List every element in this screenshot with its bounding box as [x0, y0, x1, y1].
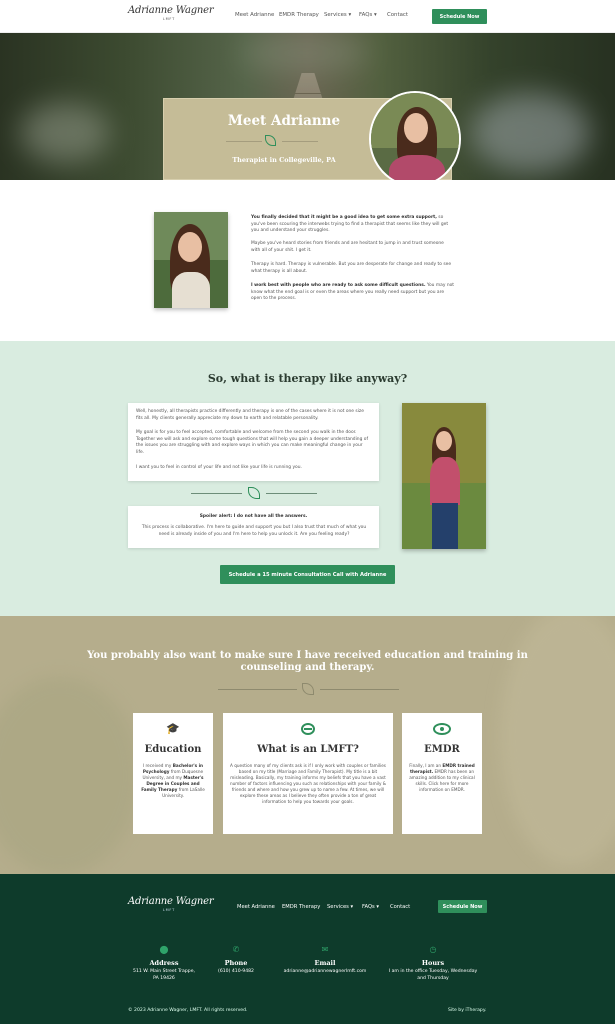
hero-subtitle: Therapist in Collegeville, PA [232, 156, 336, 164]
emdr-card-title: EMDR [424, 744, 460, 755]
hero-banner: Meet Adrianne Therapist in Collegeville,… [0, 33, 615, 180]
copyright-text: © 2023 Adrianne Wagner, LMFT. All rights… [128, 1008, 248, 1013]
site-header: Adrianne Wagner LMFT Meet Adrianne EMDR … [0, 0, 615, 33]
logo-subtitle: LMFT [162, 17, 176, 21]
footer-address: ⬤ Address 511 W. Main Street Trappe, PA … [124, 946, 204, 982]
footer-hours-line1: I am in the office Tuesday, Wednesday [388, 969, 478, 974]
divider-line [282, 141, 318, 142]
hero-bg-flowers [470, 93, 590, 173]
nav-services[interactable]: Services ▾ [324, 12, 351, 18]
footer-phone-value[interactable]: (610) 410-9482 [206, 968, 266, 975]
hero-bg-light [240, 33, 370, 73]
education-section: You probably also want to make sure I ha… [0, 616, 615, 874]
footer-address-line1: 511 W. Main Street Trappe, [133, 969, 195, 974]
intro-p4-bold: I work best with people who are ready to… [251, 283, 426, 288]
footer-schedule-now-button[interactable]: Schedule Now [438, 900, 487, 913]
leaf-icon [248, 487, 260, 499]
therapy-text-box: Well, honestly, all therapists practice … [128, 403, 379, 481]
footer-logo[interactable]: Adrianne Wagner LMFT [128, 896, 214, 920]
footer-nav-meet-adrianne[interactable]: Meet Adrianne [237, 904, 275, 910]
nav-contact[interactable]: Contact [387, 12, 408, 18]
lmft-card-title: What is an LMFT? [257, 744, 359, 755]
therapy-paragraph-1: Well, honestly, all therapists practice … [136, 409, 364, 421]
leaf-icon [302, 683, 314, 695]
footer-hours-line2: and Thursday [417, 976, 449, 981]
lmft-card-text: A question many of my clients ask is if … [229, 763, 387, 804]
therapy-section: So, what is therapy like anyway? Well, h… [0, 341, 615, 616]
logo-signature: Adrianne Wagner [128, 5, 214, 16]
emdr-card-text: Finally, I am an EMDR trained therapist.… [408, 763, 476, 793]
intro-p1-bold: You finally decided that it might be a g… [251, 215, 437, 220]
intro-paragraph-1: You finally decided that it might be a g… [251, 215, 454, 235]
intro-paragraph-2: Maybe you've heard stories from friends … [251, 241, 444, 253]
footer-address-line2: PA 19426 [153, 976, 175, 981]
consultation-call-button[interactable]: Schedule a 15 minute Consultation Call w… [220, 565, 395, 584]
leaf-icon [265, 135, 276, 146]
spoiler-title: Spoiler alert: I do not have all the ans… [199, 514, 308, 519]
education-card-text: I received my Bachelor's in Psychology f… [139, 763, 207, 799]
hero-bg-foliage [20, 103, 110, 163]
clock-icon: ◷ [429, 945, 437, 954]
footer-nav-services[interactable]: Services ▾ [327, 904, 353, 910]
site-credit-link[interactable]: Site by iTherapy. [448, 1008, 486, 1013]
footer-email: ✉ Email adrianne@adriannewagnerlmft.com [275, 946, 375, 975]
eye-icon [433, 723, 451, 735]
nav-meet-adrianne[interactable]: Meet Adrianne [235, 12, 274, 18]
layers-icon [301, 723, 315, 735]
footer-phone: ✆ Phone (610) 410-9482 [206, 946, 266, 975]
spoiler-text: This process is collaborative. I'm here … [141, 525, 367, 537]
therapy-portrait [402, 403, 486, 549]
footer-phone-label: Phone [224, 959, 248, 967]
intro-portrait [154, 212, 228, 308]
nav-faqs[interactable]: FAQs ▾ [359, 12, 377, 18]
phone-icon: ✆ [232, 945, 240, 954]
edu-text: I received my [142, 763, 173, 768]
divider-line [191, 493, 242, 494]
hero-title: Meet Adrianne [227, 113, 341, 129]
intro-paragraph-4: I work best with people who are ready to… [251, 283, 454, 303]
footer-logo-signature: Adrianne Wagner [128, 896, 214, 907]
therapy-heading: So, what is therapy like anyway? [207, 372, 408, 385]
footer-hours-label: Hours [421, 959, 445, 967]
education-heading: You probably also want to make sure I ha… [87, 650, 528, 673]
footer-nav-emdr-therapy[interactable]: EMDR Therapy [282, 904, 320, 910]
emdr-text: Finally, I am an [409, 763, 443, 768]
edu-bg-leaves [0, 676, 140, 874]
footer-hours: ◷ Hours I am in the office Tuesday, Wedn… [382, 946, 484, 982]
lmft-card: What is an LMFT? A question many of my c… [223, 713, 393, 834]
footer-email-value[interactable]: adrianne@adriannewagnerlmft.com [275, 968, 375, 975]
schedule-now-button[interactable]: Schedule Now [432, 9, 487, 24]
footer-nav-contact[interactable]: Contact [390, 904, 410, 910]
emdr-card[interactable]: EMDR Finally, I am an EMDR trained thera… [402, 713, 482, 834]
divider-line [218, 689, 297, 690]
map-pin-icon: ⬤ [159, 945, 169, 954]
site-logo[interactable]: Adrianne Wagner LMFT [128, 5, 214, 29]
email-icon: ✉ [321, 945, 329, 954]
site-footer: Adrianne Wagner LMFT Meet Adrianne EMDR … [0, 874, 615, 1024]
divider-line [320, 689, 399, 690]
intro-section: You finally decided that it might be a g… [0, 180, 615, 341]
education-card: 🎓 Education I received my Bachelor's in … [133, 713, 213, 834]
nav-emdr-therapy[interactable]: EMDR Therapy [279, 12, 319, 18]
education-card-title: Education [144, 744, 202, 755]
therapy-paragraph-2: My goal is for you to feel accepted, com… [136, 430, 368, 455]
spoiler-box: Spoiler alert: I do not have all the ans… [128, 506, 379, 548]
hero-portrait [369, 91, 461, 180]
footer-nav-faqs[interactable]: FAQs ▾ [362, 904, 379, 910]
footer-logo-subtitle: LMFT [162, 908, 176, 912]
therapy-paragraph-3: I want you to feel in control of your li… [136, 465, 302, 470]
divider-line [226, 141, 262, 142]
graduation-cap-icon: 🎓 [166, 722, 180, 735]
divider-line [266, 493, 317, 494]
intro-paragraph-3: Therapy is hard. Therapy is vulnerable. … [251, 262, 452, 274]
footer-address-label: Address [149, 959, 179, 967]
footer-email-label: Email [314, 959, 336, 967]
